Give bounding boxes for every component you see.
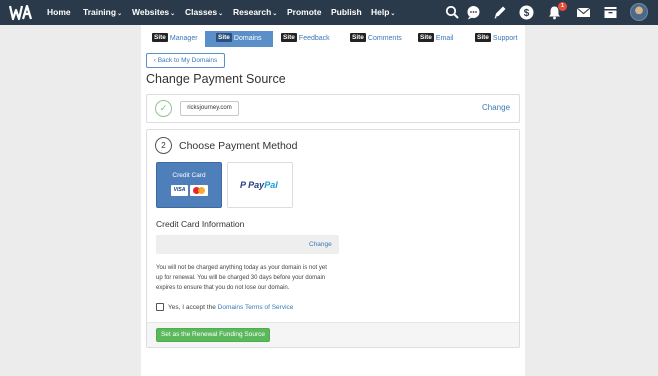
accept-terms-checkbox[interactable]: [156, 303, 164, 311]
credit-card-label: Credit Card: [172, 172, 206, 179]
domain-name-field: ricksjourney.com: [180, 101, 239, 116]
nav-research[interactable]: Research⌄: [233, 0, 277, 25]
credit-card-option[interactable]: Credit Card VISA: [156, 162, 222, 208]
inbox-icon[interactable]: [603, 5, 618, 20]
chevron-down-icon: ⌄: [170, 11, 176, 17]
chevron-down-icon: ⌄: [218, 11, 224, 17]
paypal-option[interactable]: P PayPal: [227, 162, 293, 208]
paypal-p-icon: P: [240, 180, 249, 190]
set-renewal-source-button[interactable]: Set as the Renewal Funding Source: [156, 328, 270, 342]
nav-promote[interactable]: Promote: [287, 0, 321, 25]
nav-classes[interactable]: Classes⌄: [185, 0, 223, 25]
svg-text:$: $: [524, 8, 530, 19]
pencil-icon[interactable]: [492, 5, 507, 20]
tab-site-comments[interactable]: Site Comments: [350, 31, 402, 47]
tab-site-manager[interactable]: Site Manager: [152, 31, 198, 47]
nav-home[interactable]: Home: [47, 0, 71, 25]
notification-badge: 1: [558, 2, 567, 11]
nav-publish[interactable]: Publish: [331, 0, 362, 25]
step-title: Choose Payment Method: [179, 140, 298, 152]
chevron-down-icon: ⌄: [117, 11, 123, 17]
page-title: Change Payment Source: [146, 72, 286, 86]
wealthy-affiliate-logo[interactable]: [9, 4, 33, 21]
tab-site-domains[interactable]: Site Domains: [205, 31, 273, 47]
renewal-notice: You will not be charged anything today a…: [156, 265, 327, 291]
step-number: 2: [155, 137, 172, 154]
chevron-down-icon: ⌄: [390, 11, 396, 17]
search-icon[interactable]: [445, 5, 460, 20]
back-to-domains-button[interactable]: ‹ Back to My Domains: [146, 53, 225, 68]
nav-websites[interactable]: Websites⌄: [132, 0, 175, 25]
tab-site-feedback[interactable]: Site Feedback: [281, 31, 330, 47]
chevron-down-icon: ⌄: [272, 11, 278, 17]
paypal-logo: P PayPal: [240, 180, 278, 190]
avatar[interactable]: [630, 3, 648, 21]
nav-help[interactable]: Help⌄: [371, 0, 395, 25]
mail-icon[interactable]: [576, 5, 591, 20]
tab-site-email[interactable]: Site Email: [418, 31, 453, 47]
accept-terms-label: Yes, I accept the Domains Terms of Servi…: [168, 304, 294, 311]
change-card-link[interactable]: Change: [309, 241, 332, 248]
tab-site-support[interactable]: Site Support: [475, 31, 517, 47]
mastercard-icon: [190, 185, 208, 196]
terms-of-service-link[interactable]: Domains Terms of Service: [218, 304, 294, 311]
visa-icon: VISA: [171, 185, 188, 196]
top-nav-bar: Home Training⌄ Websites⌄ Classes⌄ Resear…: [0, 0, 658, 25]
credit-card-info-heading: Credit Card Information: [156, 219, 245, 229]
site-tabs: Site Manager Site Domains Site Feedback Sit…: [141, 31, 525, 47]
chat-icon[interactable]: [466, 5, 481, 20]
dollar-icon[interactable]: $: [519, 5, 534, 20]
change-domain-link[interactable]: Change: [482, 103, 510, 112]
check-icon: ✓: [155, 100, 172, 117]
nav-training[interactable]: Training⌄: [83, 0, 122, 25]
